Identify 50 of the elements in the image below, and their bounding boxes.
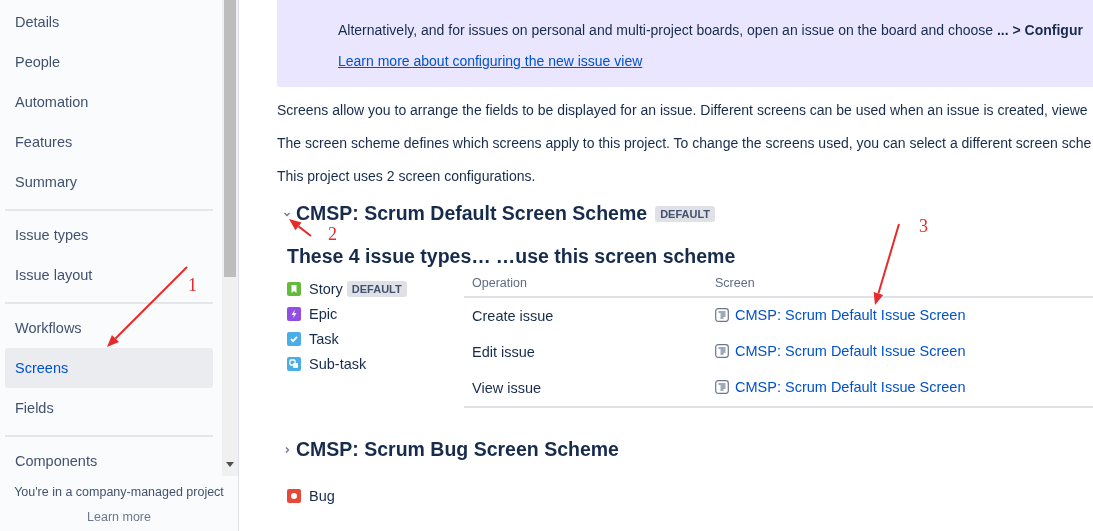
list-icon bbox=[715, 380, 729, 394]
sidebar-item[interactable]: Workflows bbox=[15, 320, 82, 336]
column-header: Screen bbox=[707, 276, 1093, 297]
scroll-down-icon[interactable] bbox=[226, 462, 234, 467]
sidebar-item[interactable]: Screens bbox=[5, 348, 213, 388]
description-text: This project uses 2 screen configurations. bbox=[277, 168, 536, 184]
default-lozenge: DEFAULT bbox=[346, 280, 407, 297]
section-heading: …use this screen scheme bbox=[495, 245, 736, 268]
sidebar-item[interactable]: Features bbox=[15, 134, 73, 150]
sidebar-item[interactable]: People bbox=[15, 54, 61, 70]
operation-cell: View issue bbox=[472, 380, 542, 396]
annotation-arrow bbox=[289, 219, 312, 237]
issue-type-name: Sub-task bbox=[309, 355, 367, 372]
sidebar-item[interactable]: Issue types bbox=[15, 227, 89, 243]
checkmark-icon bbox=[287, 331, 301, 346]
scheme-title: CMSP: Scrum Default Screen Scheme bbox=[296, 202, 648, 225]
operation-cell: Edit issue bbox=[472, 344, 535, 360]
annotation-number: 3 bbox=[919, 216, 928, 236]
issue-type-name: Epic bbox=[309, 305, 338, 322]
annotation-number: 1 bbox=[188, 275, 197, 295]
description-text: Screens allow you to arrange the fields to be displayed for an issue. Different screens can be used when an issue is created, viewe bbox=[277, 102, 1088, 118]
screen-link[interactable]: CMSP: Scrum Default Issue Screen bbox=[715, 307, 966, 323]
sidebar-item[interactable]: Automation bbox=[15, 94, 89, 110]
learn-more-link[interactable]: Learn more bbox=[87, 510, 151, 524]
default-lozenge: DEFAULT bbox=[655, 205, 716, 222]
scheme-title: CMSP: Scrum Bug Screen Scheme bbox=[296, 438, 619, 461]
sidebar-item[interactable]: Fields bbox=[15, 400, 54, 416]
issue-type-name: Bug bbox=[309, 487, 335, 504]
lightning-icon bbox=[287, 306, 301, 321]
list-icon bbox=[715, 344, 729, 358]
sidebar-item[interactable]: Components bbox=[15, 453, 98, 469]
banner-link[interactable]: Learn more about configuring the new issue view bbox=[338, 53, 643, 69]
issue-type-name: Task bbox=[309, 330, 339, 347]
annotation-number: 2 bbox=[328, 224, 337, 244]
sidebar-item[interactable]: Details bbox=[15, 14, 60, 30]
screen-link[interactable]: CMSP: Scrum Default Issue Screen bbox=[715, 379, 966, 395]
bookmark-icon bbox=[287, 281, 301, 296]
section-heading: These 4 issue types… bbox=[287, 245, 491, 268]
scrollbar[interactable] bbox=[222, 0, 238, 476]
screen-link[interactable]: CMSP: Scrum Default Issue Screen bbox=[715, 343, 966, 359]
description-text: The screen scheme defines which screens apply to this project. To change the screens used, you can select a different screen sche bbox=[277, 135, 1092, 151]
project-type-note: You're in a company-managed project bbox=[14, 485, 224, 499]
list-icon bbox=[715, 308, 729, 322]
sidebar-item[interactable]: Issue layout bbox=[15, 267, 93, 283]
column-header: Operation bbox=[464, 276, 707, 297]
issue-type-name: Story bbox=[309, 280, 343, 297]
sidebar-item[interactable]: Summary bbox=[15, 174, 78, 190]
operation-cell: Create issue bbox=[472, 308, 554, 324]
subtask-icon bbox=[287, 356, 301, 371]
banner-text: Alternatively, and for issues on personal and multi-project boards, open an issue on the board and choose ... > Configur bbox=[338, 22, 1083, 38]
